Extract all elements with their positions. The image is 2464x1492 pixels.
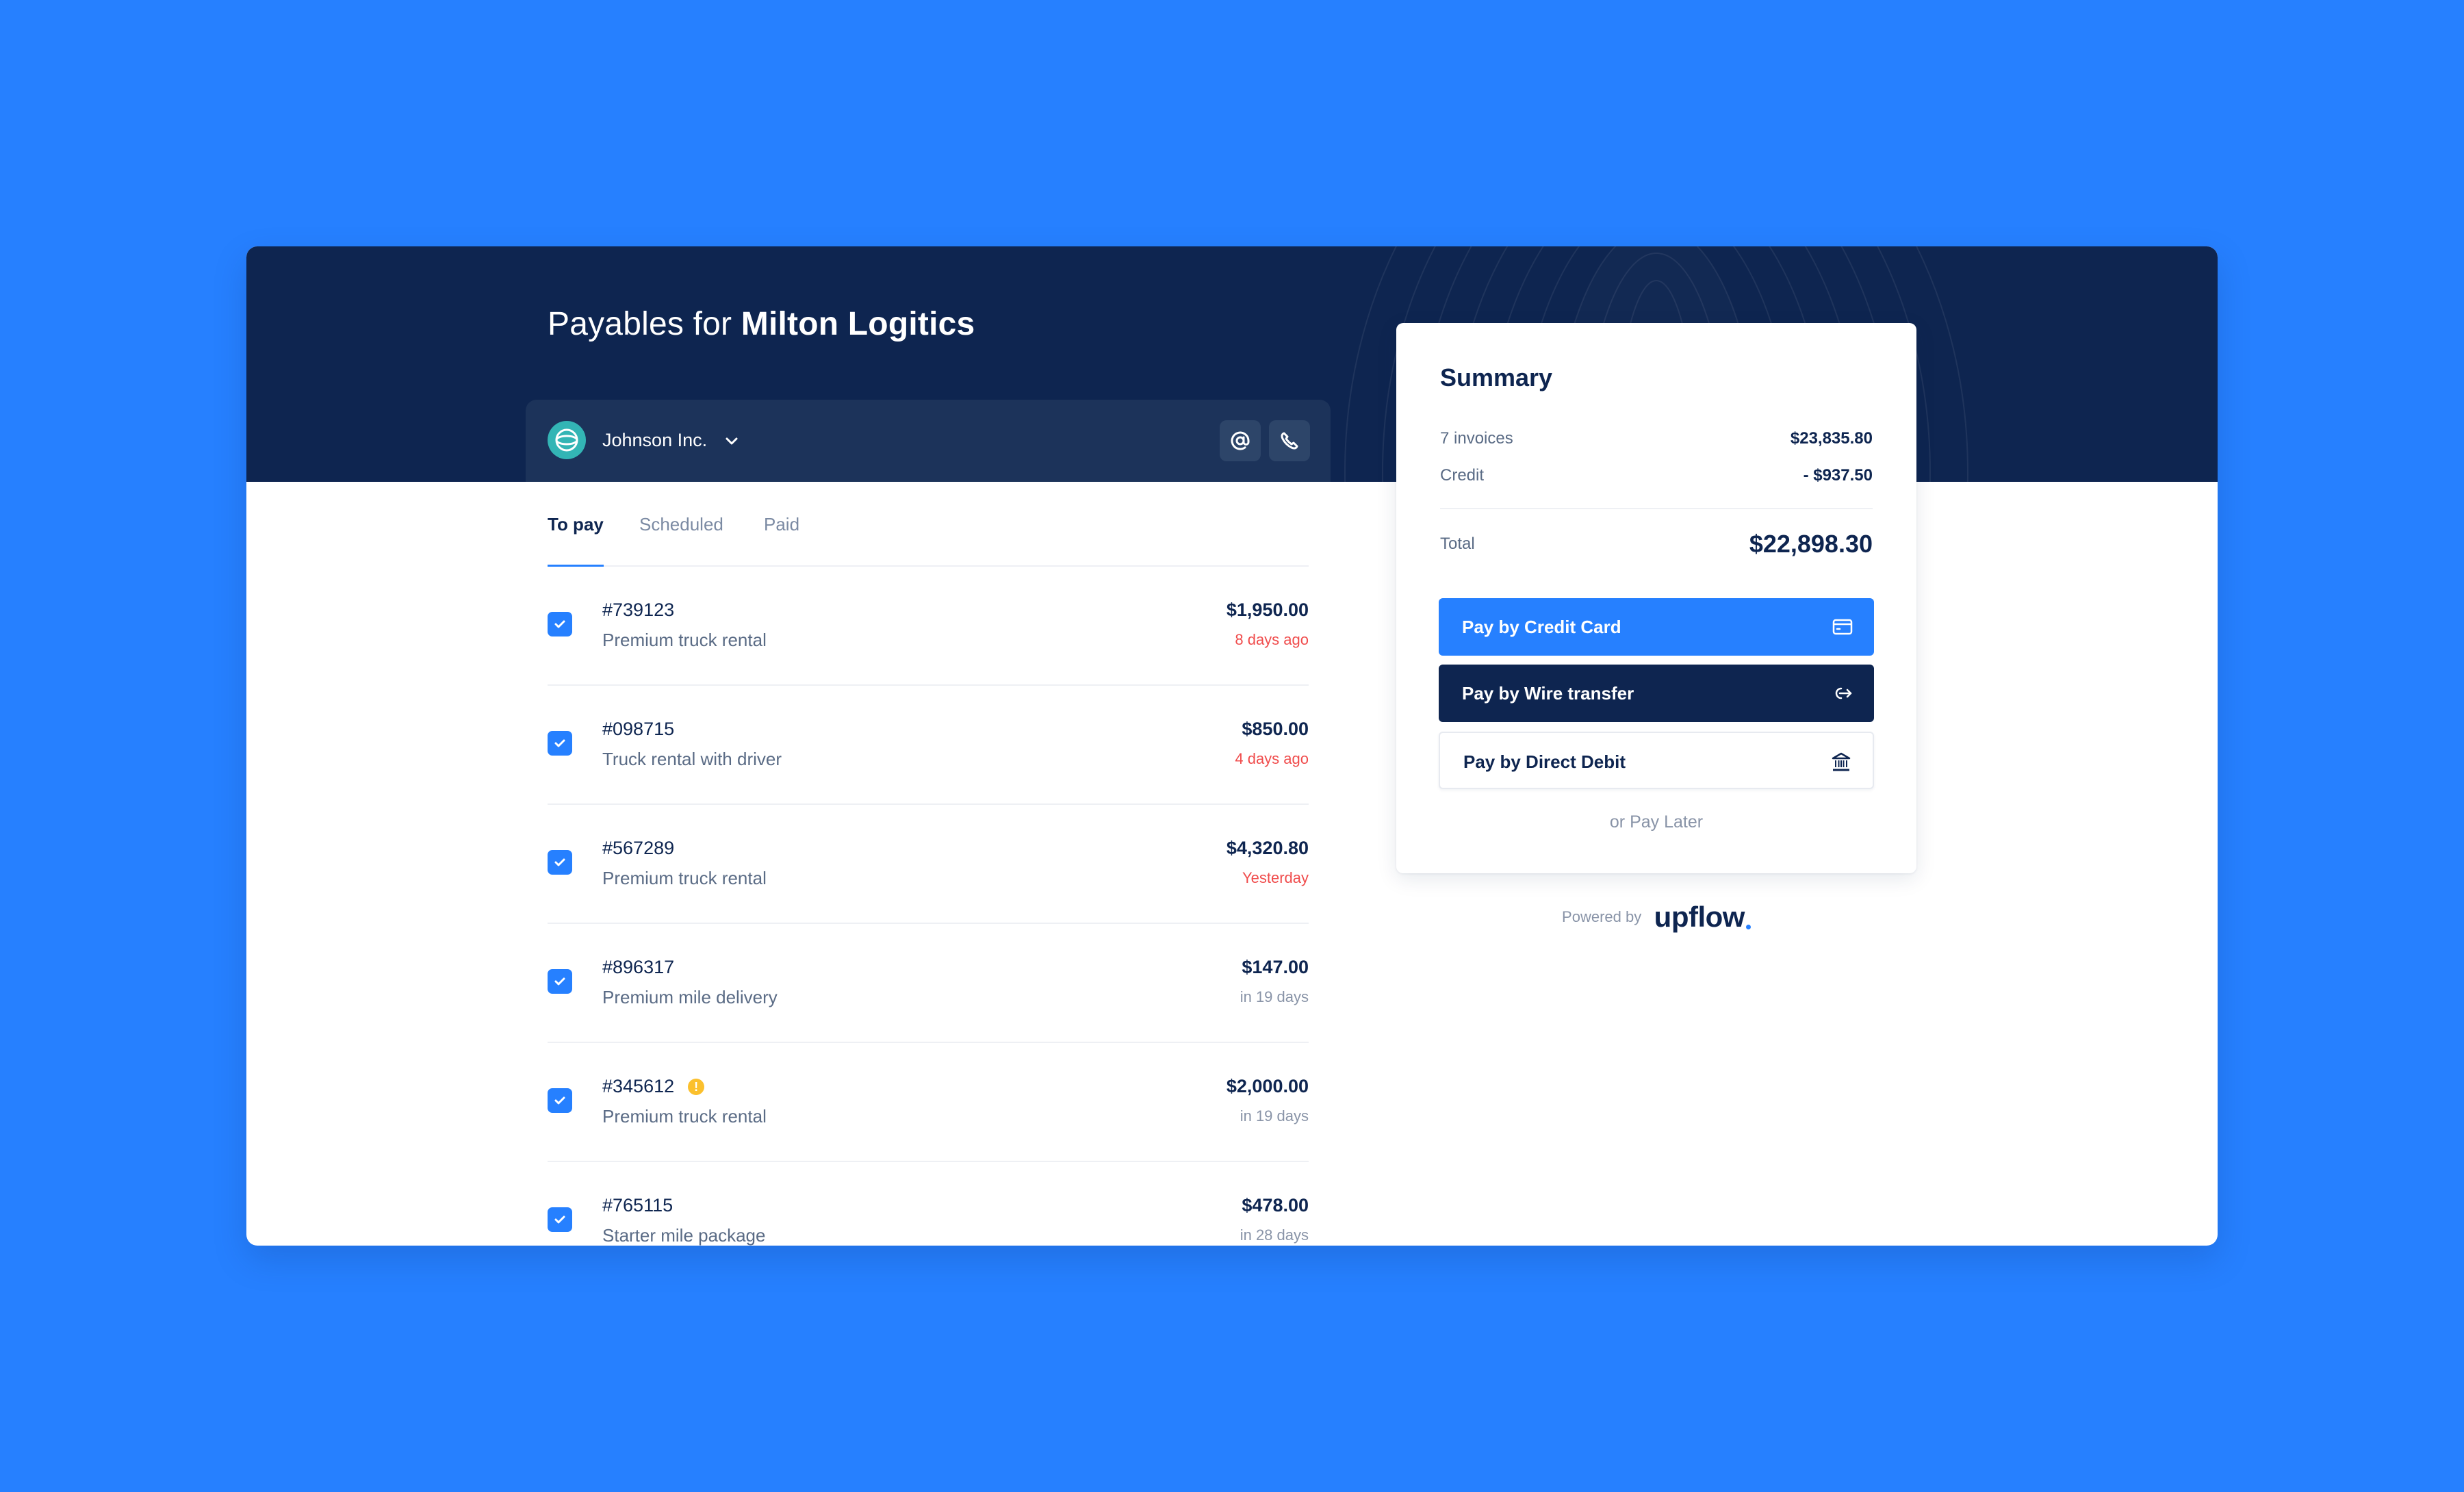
powered-by-label: Powered by xyxy=(1562,908,1642,925)
summary-title: Summary xyxy=(1440,363,1553,391)
pay-credit-card-button[interactable]: Pay by Credit Card xyxy=(1439,598,1874,656)
invoice-amount: $4,320.80 xyxy=(1226,838,1309,858)
summary-divider xyxy=(1440,508,1873,509)
globe-icon xyxy=(555,428,578,452)
summary-card: Summary 7 invoices $23,835.80 Credit - $… xyxy=(1396,323,1916,873)
invoice-description: Premium truck rental xyxy=(602,868,767,888)
tab-to-pay[interactable]: To pay xyxy=(548,506,604,567)
invoice-amount: $147.00 xyxy=(1242,957,1309,977)
invoices-subtotal: $23,835.80 xyxy=(1790,429,1873,448)
at-sign-icon xyxy=(1231,431,1250,450)
bank-icon xyxy=(1832,752,1851,771)
summary-credit-row: Credit - $937.50 xyxy=(1440,464,1873,487)
invoice-amount: $478.00 xyxy=(1242,1195,1309,1216)
invoice-number: #567289 xyxy=(602,838,675,858)
upflow-logo: upflow xyxy=(1654,901,1751,933)
invoice-checkbox[interactable] xyxy=(548,1207,572,1232)
invoice-amount: $850.00 xyxy=(1242,719,1309,739)
invoice-description: Starter mile package xyxy=(602,1225,766,1246)
invoice-amount: $2,000.00 xyxy=(1226,1076,1309,1096)
invoice-checkbox[interactable] xyxy=(548,969,572,994)
payables-card: Payables for Milton Logitics Johnson Inc… xyxy=(246,246,2218,1246)
page-title: Payables for Milton Logitics xyxy=(548,304,975,345)
company-name: Milton Logitics xyxy=(741,306,975,342)
invoice-number: #345612 xyxy=(602,1076,675,1096)
invoice-row[interactable]: #739123 Premium truck rental $1,950.00 8… xyxy=(548,567,1309,686)
pay-direct-debit-button[interactable]: Pay by Direct Debit xyxy=(1439,732,1874,789)
invoice-checkbox[interactable] xyxy=(548,1088,572,1113)
tab-scheduled[interactable]: Scheduled xyxy=(639,506,723,565)
total-label: Total xyxy=(1440,535,1475,553)
invoice-due: in 19 days xyxy=(1240,1107,1309,1124)
invoice-number: #896317 xyxy=(602,957,675,977)
email-button[interactable] xyxy=(1220,420,1261,461)
checkmark-icon xyxy=(554,1096,565,1105)
credit-label: Credit xyxy=(1440,466,1485,485)
invoice-description: Premium mile delivery xyxy=(602,987,778,1007)
phone-button[interactable] xyxy=(1269,420,1310,461)
invoice-amount: $1,950.00 xyxy=(1226,600,1309,620)
checkmark-icon xyxy=(554,620,565,628)
customer-logo xyxy=(548,421,586,459)
invoice-number: #098715 xyxy=(602,719,675,739)
invoice-checkbox[interactable] xyxy=(548,850,572,875)
invoice-number: #739123 xyxy=(602,600,675,620)
invoice-row[interactable]: #567289 Premium truck rental $4,320.80 Y… xyxy=(548,805,1309,924)
invoice-row[interactable]: #345612! Premium truck rental $2,000.00 … xyxy=(548,1043,1309,1162)
invoice-description: Premium truck rental xyxy=(602,1106,767,1127)
summary-total-row: Total $22,898.30 xyxy=(1440,527,1873,561)
checkmark-icon xyxy=(554,739,565,747)
invoices-count-label: 7 invoices xyxy=(1440,429,1513,448)
checkmark-icon xyxy=(554,1216,565,1224)
customer-name: Johnson Inc. xyxy=(602,430,708,450)
checkmark-icon xyxy=(554,977,565,986)
customer-bar: Johnson Inc. xyxy=(526,400,1331,482)
pay-later-link[interactable]: or Pay Later xyxy=(1396,810,1916,834)
invoice-number: #765115 xyxy=(602,1195,673,1216)
invoice-due: in 19 days xyxy=(1240,988,1309,1005)
invoice-row[interactable]: #896317 Premium mile delivery $147.00 in… xyxy=(548,924,1309,1043)
header-band: Payables for Milton Logitics Johnson Inc… xyxy=(246,246,2218,482)
powered-by: Powered by upflow xyxy=(1396,901,1916,935)
tab-paid[interactable]: Paid xyxy=(764,506,799,565)
invoice-list: #739123 Premium truck rental $1,950.00 8… xyxy=(548,567,1309,1246)
checkmark-icon xyxy=(554,858,565,866)
invoice-description: Premium truck rental xyxy=(602,630,767,650)
pay-credit-card-label: Pay by Credit Card xyxy=(1462,617,1621,637)
invoice-row[interactable]: #098715 Truck rental with driver $850.00… xyxy=(548,686,1309,805)
invoice-row[interactable]: #765115 Starter mile package $478.00 in … xyxy=(548,1162,1309,1246)
invoice-checkbox[interactable] xyxy=(548,731,572,756)
pay-wire-transfer-button[interactable]: Pay by Wire transfer xyxy=(1439,665,1874,722)
pay-wire-transfer-label: Pay by Wire transfer xyxy=(1462,683,1634,704)
invoice-description: Truck rental with driver xyxy=(602,749,782,769)
arrow-transfer-icon xyxy=(1835,687,1852,699)
phone-icon xyxy=(1281,432,1298,450)
brand-dot xyxy=(1745,925,1751,929)
credit-value: - $937.50 xyxy=(1803,466,1873,485)
summary-invoices-row: 7 invoices $23,835.80 xyxy=(1440,427,1873,450)
chevron-down-icon xyxy=(726,437,738,445)
invoice-due: in 28 days xyxy=(1240,1226,1309,1244)
invoice-due: 8 days ago xyxy=(1235,631,1309,648)
invoice-due: Yesterday xyxy=(1242,869,1309,886)
total-value: $22,898.30 xyxy=(1749,530,1873,558)
page-title-prefix: Payables for xyxy=(548,306,732,342)
brand-name: upflow xyxy=(1654,901,1745,933)
invoice-due: 4 days ago xyxy=(1235,750,1309,767)
customer-selector[interactable]: Johnson Inc. xyxy=(602,428,739,452)
warning-icon[interactable]: ! xyxy=(688,1079,705,1095)
pay-direct-debit-label: Pay by Direct Debit xyxy=(1463,751,1626,772)
invoice-checkbox[interactable] xyxy=(548,612,572,636)
invoice-tabs: To pay Scheduled Paid xyxy=(548,506,1309,567)
credit-card-icon xyxy=(1832,619,1853,635)
